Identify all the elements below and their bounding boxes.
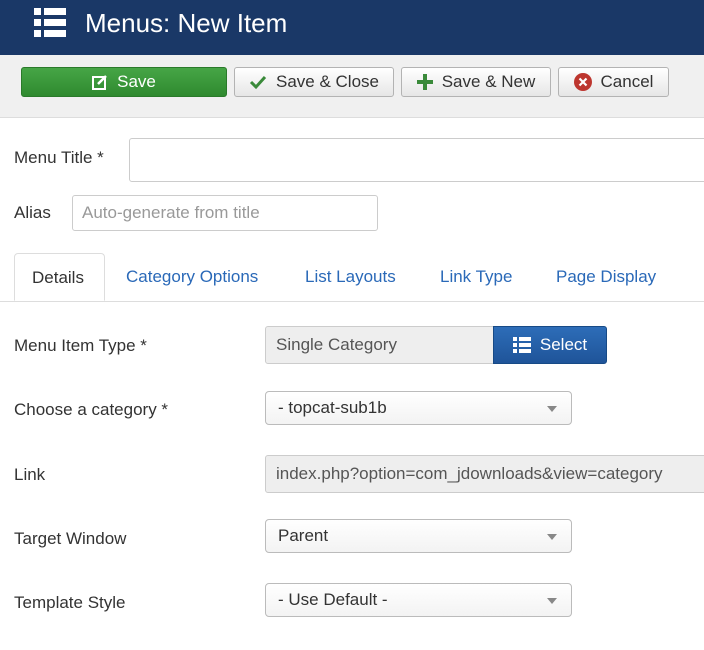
- cancel-button[interactable]: Cancel: [558, 67, 669, 97]
- cancel-button-label: Cancel: [600, 72, 654, 91]
- save-button[interactable]: Save: [21, 67, 227, 97]
- category-label: Choose a category *: [14, 400, 169, 419]
- page-title: Menus: New Item: [85, 8, 288, 38]
- save-new-button-label: Save & New: [441, 72, 536, 91]
- template-style-label: Template Style: [14, 593, 126, 612]
- chevron-down-icon: [547, 598, 557, 604]
- save-new-button[interactable]: Save & New: [401, 67, 551, 97]
- alias-input[interactable]: [72, 195, 378, 231]
- edit-icon: [92, 74, 108, 90]
- target-window-label: Target Window: [14, 529, 127, 548]
- target-window-select[interactable]: Parent: [265, 519, 572, 553]
- list-icon: [512, 337, 531, 353]
- plus-icon: [416, 74, 433, 90]
- menu-title-input[interactable]: [129, 138, 704, 182]
- save-button-label: Save: [117, 72, 156, 91]
- select-button-label: Select: [539, 335, 588, 354]
- tab-category-options[interactable]: Category Options: [126, 253, 258, 301]
- menu-item-type-label: Menu Item Type *: [14, 336, 147, 355]
- toolbar: Save Save & Close Save & New Cancel: [0, 55, 704, 118]
- cancel-icon: [573, 73, 592, 91]
- template-style-value: - Use Default -: [278, 590, 388, 609]
- check-icon: [249, 74, 267, 90]
- tab-page-display[interactable]: Page Display: [556, 253, 656, 301]
- category-select-value: - topcat-sub1b: [278, 398, 387, 417]
- chevron-down-icon: [547, 406, 557, 412]
- list-icon: [34, 8, 66, 38]
- page-header: Menus: New Item: [0, 0, 704, 55]
- template-style-select[interactable]: - Use Default -: [265, 583, 572, 617]
- chevron-down-icon: [547, 534, 557, 540]
- link-label: Link: [14, 465, 46, 484]
- tab-details[interactable]: Details: [14, 253, 105, 301]
- link-field: index.php?option=com_jdownloads&view=cat…: [265, 455, 704, 493]
- save-close-button[interactable]: Save & Close: [234, 67, 394, 97]
- tab-list-layouts[interactable]: List Layouts: [305, 253, 396, 301]
- menu-title-label: Menu Title *: [14, 148, 104, 167]
- tab-bar: Details Category Options List Layouts Li…: [0, 253, 704, 302]
- alias-label: Alias: [14, 203, 51, 222]
- category-select[interactable]: - topcat-sub1b: [265, 391, 572, 425]
- menu-item-type-field: Single Category: [265, 326, 494, 364]
- tab-link-type[interactable]: Link Type: [440, 253, 512, 301]
- target-window-value: Parent: [278, 526, 329, 545]
- select-menu-type-button[interactable]: Select: [493, 326, 607, 364]
- save-close-button-label: Save & Close: [276, 72, 379, 91]
